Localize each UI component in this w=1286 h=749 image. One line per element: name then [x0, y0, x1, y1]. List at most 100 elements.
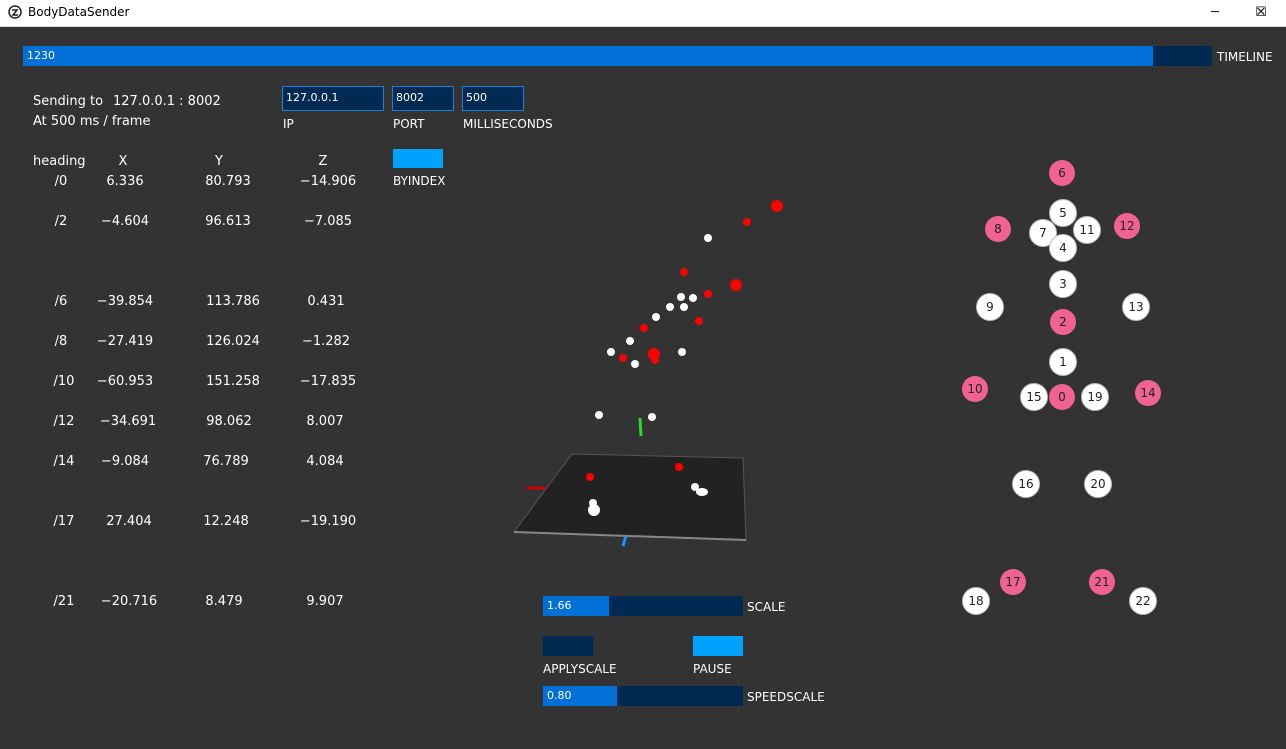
joint-button[interactable]: 22 — [1129, 587, 1157, 615]
row-x: −20.716 — [100, 594, 158, 609]
joint-button[interactable]: 1 — [1049, 348, 1077, 376]
row-heading: /12 — [53, 414, 75, 429]
joint-point — [704, 290, 712, 298]
timeline-label: TIMELINE — [1217, 50, 1273, 64]
joint-point — [730, 279, 742, 291]
joint-point — [651, 356, 659, 364]
timeline-value: 1230 — [27, 49, 55, 62]
joint-point — [678, 348, 686, 356]
row-x: −4.604 — [100, 214, 150, 229]
row-y: 96.613 — [205, 214, 251, 229]
joint-button[interactable]: 13 — [1122, 293, 1150, 321]
row-heading: /6 — [54, 294, 68, 309]
joint-button[interactable]: 0 — [1049, 384, 1075, 410]
ip-input[interactable]: 127.0.0.1 — [282, 86, 384, 111]
row-heading: /2 — [54, 214, 68, 229]
byindex-label: BYINDEX — [393, 174, 446, 188]
joint-point — [648, 413, 656, 421]
z-axis-gizmo — [621, 535, 628, 547]
timeline-fill — [23, 46, 1153, 66]
timeline-slider[interactable]: 1230 — [23, 46, 1212, 66]
joint-point — [666, 303, 674, 311]
row-z: −7.085 — [303, 214, 353, 229]
joint-button[interactable]: 16 — [1012, 470, 1040, 498]
joint-point — [586, 473, 594, 481]
joint-point — [640, 324, 648, 332]
joint-button[interactable]: 11 — [1073, 216, 1101, 244]
row-heading: /10 — [53, 374, 75, 389]
row-heading: /17 — [53, 514, 75, 529]
row-y: 76.789 — [203, 454, 249, 469]
joint-button[interactable]: 4 — [1049, 234, 1077, 262]
table-header-x: X — [118, 154, 128, 169]
pause-toggle[interactable] — [693, 636, 743, 656]
scale-value: 1.66 — [547, 599, 572, 612]
row-heading: /21 — [53, 594, 75, 609]
row-y: 151.258 — [206, 374, 260, 389]
joint-point — [677, 293, 685, 301]
3d-viewport[interactable] — [500, 186, 830, 556]
sending-prefix: Sending to — [33, 94, 104, 109]
row-x: −34.691 — [99, 414, 157, 429]
milliseconds-input[interactable]: 500 — [462, 86, 524, 111]
row-y: 12.248 — [203, 514, 249, 529]
row-y: 113.786 — [206, 294, 260, 309]
port-input[interactable]: 8002 — [392, 86, 454, 111]
applyscale-label: APPLYSCALE — [543, 662, 617, 676]
joint-button[interactable]: 20 — [1084, 470, 1112, 498]
milliseconds-label: MILLISECONDS — [463, 117, 553, 131]
row-z: −17.835 — [299, 374, 357, 389]
row-x: −39.854 — [96, 294, 154, 309]
joint-button[interactable]: 21 — [1089, 569, 1115, 595]
row-y: 126.024 — [206, 334, 260, 349]
scale-label: SCALE — [747, 600, 786, 614]
speedscale-slider[interactable]: 0.80 — [543, 686, 743, 706]
row-heading: /0 — [54, 174, 68, 189]
applyscale-button[interactable] — [543, 636, 593, 656]
row-x: 27.404 — [106, 514, 152, 529]
row-z: −14.906 — [299, 174, 357, 189]
table-header-heading: heading — [33, 154, 86, 169]
scale-slider[interactable]: 1.66 — [543, 596, 743, 616]
table-header-z: Z — [318, 154, 328, 169]
y-axis-gizmo — [638, 417, 643, 437]
window-title: BodyDataSender — [28, 5, 130, 19]
byindex-toggle[interactable] — [393, 149, 443, 168]
joint-point — [619, 354, 627, 362]
port-label: PORT — [393, 117, 425, 131]
joint-button[interactable]: 19 — [1081, 383, 1109, 411]
joint-point — [680, 303, 688, 311]
ip-label: IP — [283, 117, 294, 131]
title-bar: BodyDataSender ─ ☐ — [0, 0, 1286, 27]
joint-button[interactable]: 6 — [1049, 160, 1075, 186]
row-z: 0.431 — [307, 294, 345, 309]
joint-point — [689, 294, 697, 302]
joint-button[interactable]: 14 — [1135, 380, 1161, 406]
table-header-y: Y — [215, 154, 223, 169]
row-z: −19.190 — [299, 514, 357, 529]
row-y: 98.062 — [206, 414, 252, 429]
joint-button[interactable]: 15 — [1020, 383, 1048, 411]
row-heading: /14 — [53, 454, 75, 469]
joint-button[interactable]: 2 — [1050, 309, 1076, 335]
joint-button[interactable]: 3 — [1049, 270, 1077, 298]
row-z: 4.084 — [306, 454, 344, 469]
app-icon — [8, 5, 22, 19]
joint-button[interactable]: 8 — [985, 216, 1011, 242]
joint-button[interactable]: 9 — [976, 293, 1004, 321]
joint-button[interactable]: 10 — [962, 376, 988, 402]
speedscale-value: 0.80 — [547, 689, 572, 702]
row-x: −27.419 — [96, 334, 154, 349]
joint-point — [595, 411, 603, 419]
joint-point — [695, 317, 703, 325]
joint-button[interactable]: 18 — [962, 587, 990, 615]
minimize-button[interactable]: ─ — [1192, 0, 1238, 26]
close-button[interactable]: ✕ — [1238, 0, 1284, 26]
joint-button[interactable]: 17 — [1000, 569, 1026, 595]
speedscale-label: SPEEDSCALE — [747, 690, 825, 704]
joint-point — [626, 337, 634, 345]
joint-point — [588, 504, 600, 516]
joint-button[interactable]: 12 — [1114, 213, 1140, 239]
joint-point — [652, 313, 660, 321]
floor-plane — [513, 453, 747, 541]
